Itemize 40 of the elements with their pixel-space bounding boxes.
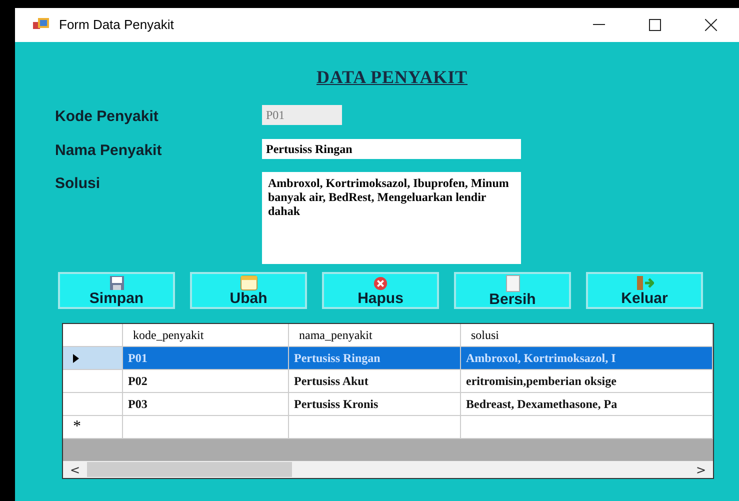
window-title: Form Data Penyakit xyxy=(59,16,174,34)
table-cell: Pertusiss Akut xyxy=(289,370,461,392)
current-row-icon xyxy=(73,354,79,362)
table-cell: P02 xyxy=(123,370,289,392)
scroll-right-arrow[interactable]: > xyxy=(689,460,713,478)
field-label: Solusi xyxy=(55,174,102,194)
app-icon xyxy=(33,18,49,32)
column-header[interactable]: kode_penyakit xyxy=(123,324,289,346)
row-header[interactable] xyxy=(63,347,123,369)
column-header[interactable]: solusi xyxy=(461,324,713,346)
scrollbar-thumb[interactable] xyxy=(87,462,292,477)
table-cell: Pertusiss Kronis xyxy=(289,393,461,415)
column-header[interactable]: nama_penyakit xyxy=(289,324,461,346)
form-heading: DATA PENYAKIT xyxy=(316,66,468,89)
action-button[interactable]: Hapus xyxy=(322,272,439,309)
blank-page-icon xyxy=(506,274,520,292)
table-cell: Pertusiss Ringan xyxy=(289,347,461,369)
table-cell: Ambroxol, Kortrimoksazol, I xyxy=(461,347,713,369)
table-cell: Bedreast, Dexamethasone, Pa xyxy=(461,393,713,415)
minimize-icon xyxy=(593,24,605,26)
horizontal-scrollbar[interactable]: < > xyxy=(63,461,713,478)
note-icon xyxy=(240,275,258,291)
close-circle-icon xyxy=(373,276,388,290)
action-button[interactable]: Bersih xyxy=(454,272,571,309)
close-icon xyxy=(705,19,717,31)
scroll-left-arrow[interactable]: < xyxy=(63,460,87,478)
exit-door-icon xyxy=(636,275,654,291)
action-button[interactable]: Simpan xyxy=(58,272,175,309)
input-field[interactable]: Pertusiss Ringan xyxy=(262,138,521,158)
new-row-marker: * xyxy=(73,417,81,437)
table-cell: P01 xyxy=(123,347,289,369)
action-button[interactable]: Keluar xyxy=(586,272,703,309)
table-cell: P03 xyxy=(123,393,289,415)
text-area[interactable]: Ambroxol, Kortrimoksazol, Ibuprofen, Minum banyak air, BedRest, Mengeluarkan lendir dahak xyxy=(262,172,521,264)
field-label: Nama Penyakit xyxy=(55,140,163,160)
field-label: Kode Penyakit xyxy=(55,107,160,127)
action-button[interactable]: Ubah xyxy=(190,272,307,309)
maximize-icon xyxy=(649,19,661,31)
input-field[interactable]: P01 xyxy=(262,105,342,125)
table-cell: eritromisin,pemberian oksige xyxy=(461,370,713,392)
